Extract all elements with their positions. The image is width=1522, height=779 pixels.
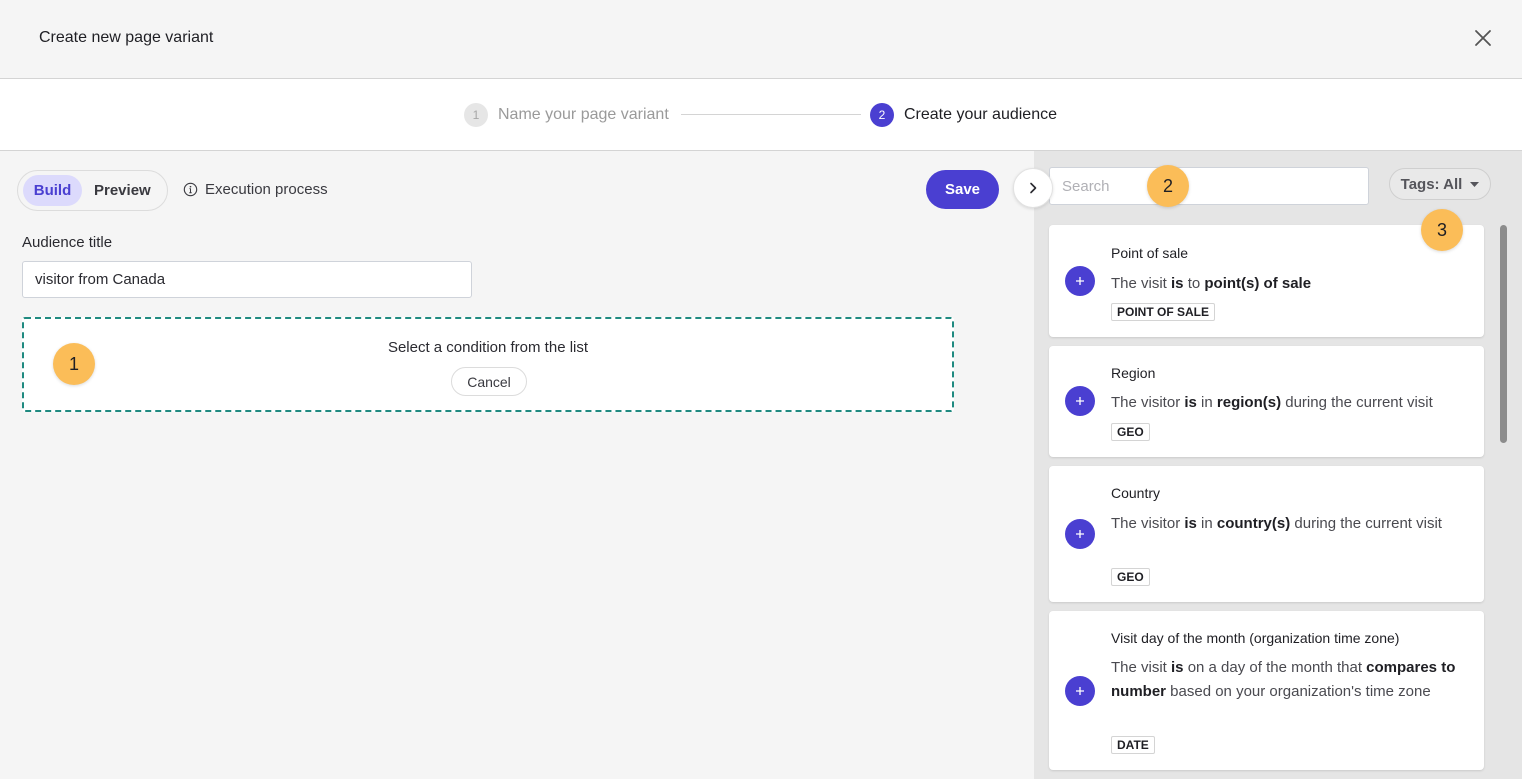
- description-text: during the current visit: [1281, 394, 1433, 411]
- chevron-right-icon: [1030, 182, 1037, 194]
- add-condition-button[interactable]: [1065, 266, 1095, 296]
- condition-title: Visit day of the month (organization tim…: [1111, 630, 1400, 646]
- description-text: The visit: [1111, 275, 1172, 292]
- description-emphasis: is: [1171, 275, 1184, 292]
- modal-title: Create new page variant: [39, 29, 214, 46]
- tags-filter-label: Tags: All: [1400, 175, 1463, 193]
- step-create-audience[interactable]: 2 Create your audience: [870, 103, 1057, 127]
- description-text: in: [1196, 515, 1217, 532]
- description-emphasis: country(s): [1216, 515, 1291, 532]
- conditions-scrollbar[interactable]: [1500, 225, 1507, 443]
- mode-toggle: Build Preview: [17, 170, 168, 211]
- condition-card: Country The visitor is in country(s) dur…: [1049, 466, 1484, 602]
- condition-tag: GEO: [1111, 568, 1150, 586]
- condition-card: Point of sale The visit is to point(s) o…: [1049, 225, 1484, 337]
- condition-dropzone: 1 Select a condition from the list Cance…: [22, 317, 954, 412]
- cancel-button[interactable]: Cancel: [451, 367, 527, 396]
- description-text: The visit: [1111, 659, 1172, 676]
- tab-build[interactable]: Build: [23, 175, 82, 206]
- description-emphasis: region(s): [1216, 394, 1282, 411]
- description-text: based on your organization's time zone: [1166, 683, 1431, 700]
- add-condition-button[interactable]: [1065, 519, 1095, 549]
- condition-title: Country: [1111, 485, 1161, 501]
- audience-title-input[interactable]: [22, 261, 472, 298]
- step-name-variant[interactable]: 1 Name your page variant: [464, 103, 669, 127]
- execution-process-link[interactable]: Execution process: [183, 181, 328, 198]
- description-text: The visitor: [1111, 394, 1185, 411]
- condition-tag: DATE: [1111, 736, 1155, 754]
- tab-preview[interactable]: Preview: [82, 175, 163, 206]
- info-icon: [183, 182, 198, 197]
- add-condition-button[interactable]: [1065, 676, 1095, 706]
- description-text: to: [1183, 275, 1205, 292]
- annotation-marker-2: 2: [1147, 165, 1189, 207]
- condition-tag: GEO: [1111, 423, 1150, 441]
- conditions-panel: 2 Tags: All 3 Point of sale The visit is…: [1034, 151, 1522, 779]
- close-icon: [1475, 30, 1491, 46]
- save-button[interactable]: Save: [926, 170, 999, 209]
- description-emphasis: is: [1171, 659, 1184, 676]
- condition-description: The visit is to point(s) of sale: [1111, 272, 1461, 296]
- plus-icon: [1076, 277, 1084, 285]
- description-text: during the current visit: [1290, 515, 1442, 532]
- step-number: 2: [870, 103, 894, 127]
- step-number: 1: [464, 103, 488, 127]
- condition-card: Visit day of the month (organization tim…: [1049, 611, 1484, 770]
- plus-icon: [1076, 530, 1084, 538]
- condition-description: The visit is on a day of the month that …: [1111, 656, 1461, 704]
- plus-icon: [1076, 687, 1084, 695]
- conditions-search-input[interactable]: [1049, 167, 1369, 205]
- modal-header: Create new page variant: [0, 0, 1522, 79]
- condition-title: Region: [1111, 365, 1156, 381]
- annotation-marker-3: 3: [1421, 209, 1463, 251]
- tags-filter-dropdown[interactable]: Tags: All: [1389, 168, 1491, 200]
- condition-prompt: Select a condition from the list: [387, 339, 589, 356]
- description-text: on a day of the month that: [1183, 659, 1367, 676]
- plus-icon: [1076, 397, 1084, 405]
- close-button[interactable]: [1471, 26, 1495, 50]
- condition-title: Point of sale: [1111, 245, 1189, 261]
- condition-card: Region The visitor is in region(s) durin…: [1049, 346, 1484, 457]
- audience-builder: Build Preview Execution process Save Aud…: [0, 151, 1034, 779]
- condition-tag: POINT OF SALE: [1111, 303, 1216, 321]
- description-text: in: [1196, 394, 1217, 411]
- audience-title-label: Audience title: [22, 234, 113, 251]
- description-emphasis: point(s) of sale: [1204, 275, 1312, 292]
- step-label: Create your audience: [904, 106, 1057, 123]
- description-emphasis: is: [1184, 515, 1197, 532]
- description-emphasis: is: [1184, 394, 1197, 411]
- step-label: Name your page variant: [498, 106, 669, 123]
- step-connector: [681, 114, 861, 115]
- condition-description: The visitor is in country(s) during the …: [1111, 512, 1461, 536]
- condition-description: The visitor is in region(s) during the c…: [1111, 391, 1461, 415]
- add-condition-button[interactable]: [1065, 386, 1095, 416]
- execution-process-label: Execution process: [205, 181, 328, 198]
- caret-down-icon: [1470, 181, 1480, 187]
- collapse-panel-button[interactable]: [1013, 168, 1053, 208]
- stepper: 1 Name your page variant 2 Create your a…: [0, 79, 1522, 151]
- description-text: The visitor: [1111, 515, 1185, 532]
